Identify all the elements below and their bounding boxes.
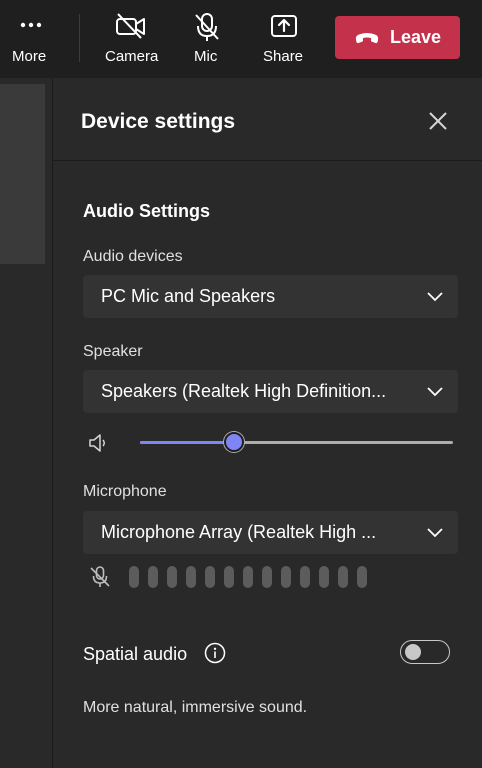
microphone-level-meter — [129, 566, 367, 588]
spatial-audio-label: Spatial audio — [83, 644, 188, 664]
meeting-toolbar: More Camera Mic Share Leave — [0, 0, 482, 78]
video-tile — [0, 84, 45, 264]
spatial-audio-toggle[interactable] — [400, 640, 450, 664]
speaker-volume-thumb[interactable] — [223, 432, 244, 452]
leave-button[interactable]: Leave — [335, 16, 460, 59]
mic-label: Mic — [194, 48, 218, 65]
audio-devices-label: Audio devices — [83, 248, 183, 265]
mic-level-bar — [300, 566, 310, 588]
close-icon — [429, 112, 447, 130]
mic-level-bar — [262, 566, 272, 588]
more-icon — [20, 22, 42, 28]
mic-off-icon — [195, 13, 219, 41]
more-button[interactable]: More — [10, 0, 52, 78]
mic-level-bar — [243, 566, 253, 588]
device-settings-panel: Device settings Audio Settings Audio dev… — [52, 78, 482, 768]
toolbar-divider — [79, 14, 80, 62]
mic-level-bar — [167, 566, 177, 588]
microphone-dropdown[interactable]: Microphone Array (Realtek High ... — [83, 511, 458, 554]
share-icon — [271, 15, 297, 37]
audio-devices-value: PC Mic and Speakers — [101, 286, 276, 306]
toggle-knob — [405, 644, 421, 660]
share-button[interactable]: Share — [262, 0, 306, 78]
microphone-value: Microphone Array (Realtek High ... — [101, 522, 377, 542]
microphone-label: Microphone — [83, 483, 167, 500]
mic-button[interactable]: Mic — [190, 0, 224, 78]
speaker-dropdown[interactable]: Speakers (Realtek High Definition... — [83, 370, 458, 413]
close-button[interactable] — [425, 108, 451, 134]
mic-muted-icon — [90, 566, 110, 587]
camera-off-icon — [116, 13, 145, 39]
panel-title: Device settings — [81, 110, 236, 133]
mic-level-bar — [186, 566, 196, 588]
mic-level-bar — [338, 566, 348, 588]
speaker-volume-slider[interactable] — [140, 432, 453, 452]
chevron-down-icon — [427, 292, 443, 302]
camera-button[interactable]: Camera — [103, 0, 159, 78]
mic-level-bar — [319, 566, 329, 588]
panel-header: Device settings — [53, 78, 482, 161]
share-label: Share — [263, 48, 304, 65]
mic-level-bar — [148, 566, 158, 588]
speaker-icon — [89, 434, 105, 452]
mic-level-bar — [281, 566, 291, 588]
mic-level-bar — [205, 566, 215, 588]
mic-level-bar — [129, 566, 139, 588]
speaker-value: Speakers (Realtek High Definition... — [101, 381, 387, 401]
mic-level-bar — [224, 566, 234, 588]
speaker-volume-fill — [140, 441, 234, 444]
info-icon[interactable] — [204, 642, 226, 664]
spatial-audio-description: More natural, immersive sound. — [83, 699, 308, 716]
mic-level-bar — [357, 566, 367, 588]
audio-settings-title: Audio Settings — [83, 201, 210, 221]
leave-label: Leave — [389, 27, 442, 47]
camera-label: Camera — [105, 48, 159, 65]
more-label: More — [12, 48, 47, 65]
chevron-down-icon — [427, 528, 443, 538]
speaker-label: Speaker — [83, 343, 143, 360]
audio-devices-dropdown[interactable]: PC Mic and Speakers — [83, 275, 458, 318]
chevron-down-icon — [427, 387, 443, 397]
phone-hangup-icon — [355, 32, 379, 43]
